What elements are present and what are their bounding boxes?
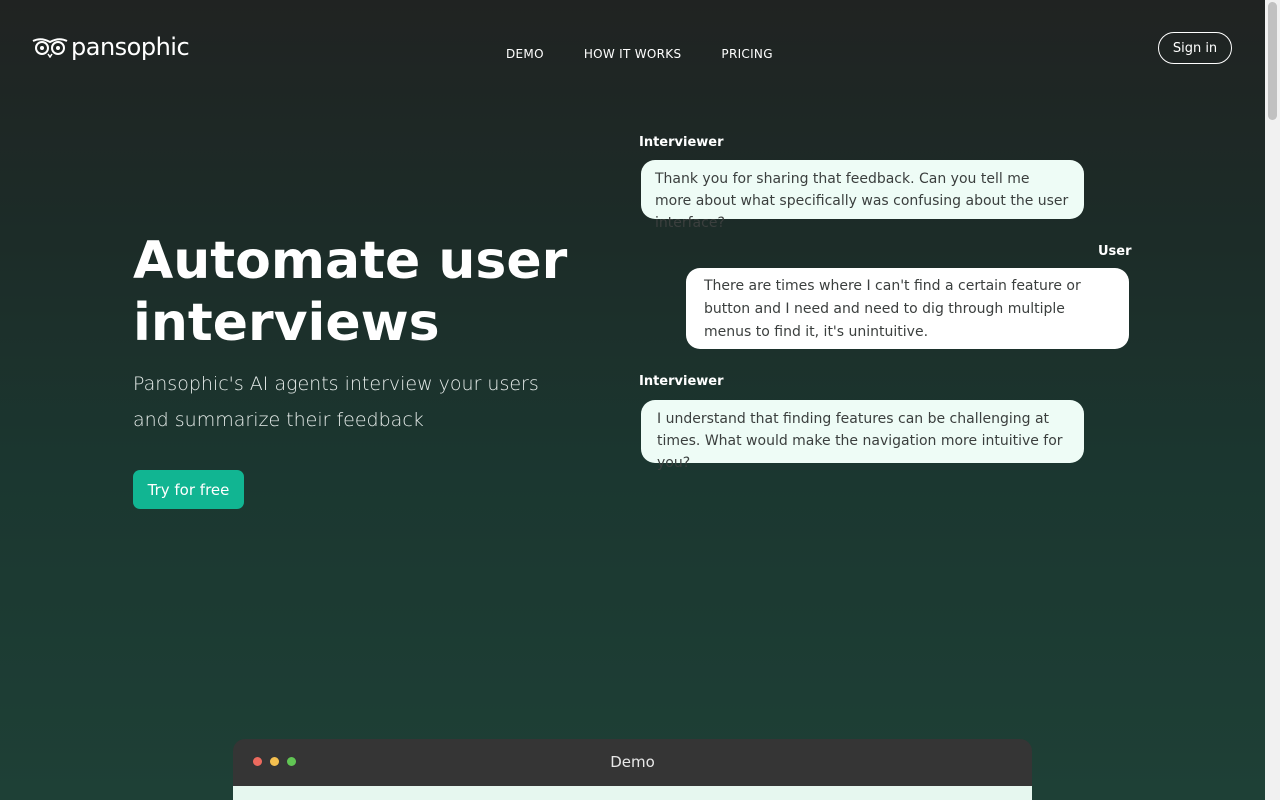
hero-subtitle: Pansophic's AI agents interview your use… — [133, 373, 539, 431]
demo-window-title: Demo — [610, 753, 655, 771]
chat-bubble-interviewer: Thank you for sharing that feedback. Can… — [641, 160, 1084, 231]
main-nav: DEMO HOW IT WORKS PRICING — [506, 47, 773, 61]
nav-pricing[interactable]: PRICING — [721, 47, 772, 61]
chat-bubble-interviewer: I understand that finding features can b… — [641, 400, 1084, 471]
nav-how-it-works[interactable]: HOW IT WORKS — [584, 47, 682, 61]
brand-logo[interactable]: pansophic — [32, 33, 190, 61]
page-scrollbar[interactable] — [1265, 0, 1280, 800]
chat-bubble-user: There are times where I can't find a cer… — [686, 268, 1129, 349]
speaker-label-interviewer: Interviewer — [639, 135, 724, 150]
demo-window-body — [233, 786, 1032, 800]
speaker-label-interviewer: Interviewer — [639, 374, 724, 389]
try-for-free-button[interactable]: Try for free — [133, 470, 244, 509]
landing-page: pansophic DEMO HOW IT WORKS PRICING Sign… — [0, 0, 1265, 800]
sign-in-button[interactable]: Sign in — [1158, 32, 1232, 64]
scrollbar-thumb[interactable] — [1268, 2, 1277, 120]
speaker-label-user: User — [1098, 244, 1132, 259]
brand-name: pansophic — [71, 33, 190, 61]
hero-title: Automate user interviews — [133, 231, 568, 353]
nav-demo[interactable]: DEMO — [506, 47, 544, 61]
owl-logo-icon — [32, 38, 68, 58]
demo-window: Demo — [233, 739, 1032, 800]
